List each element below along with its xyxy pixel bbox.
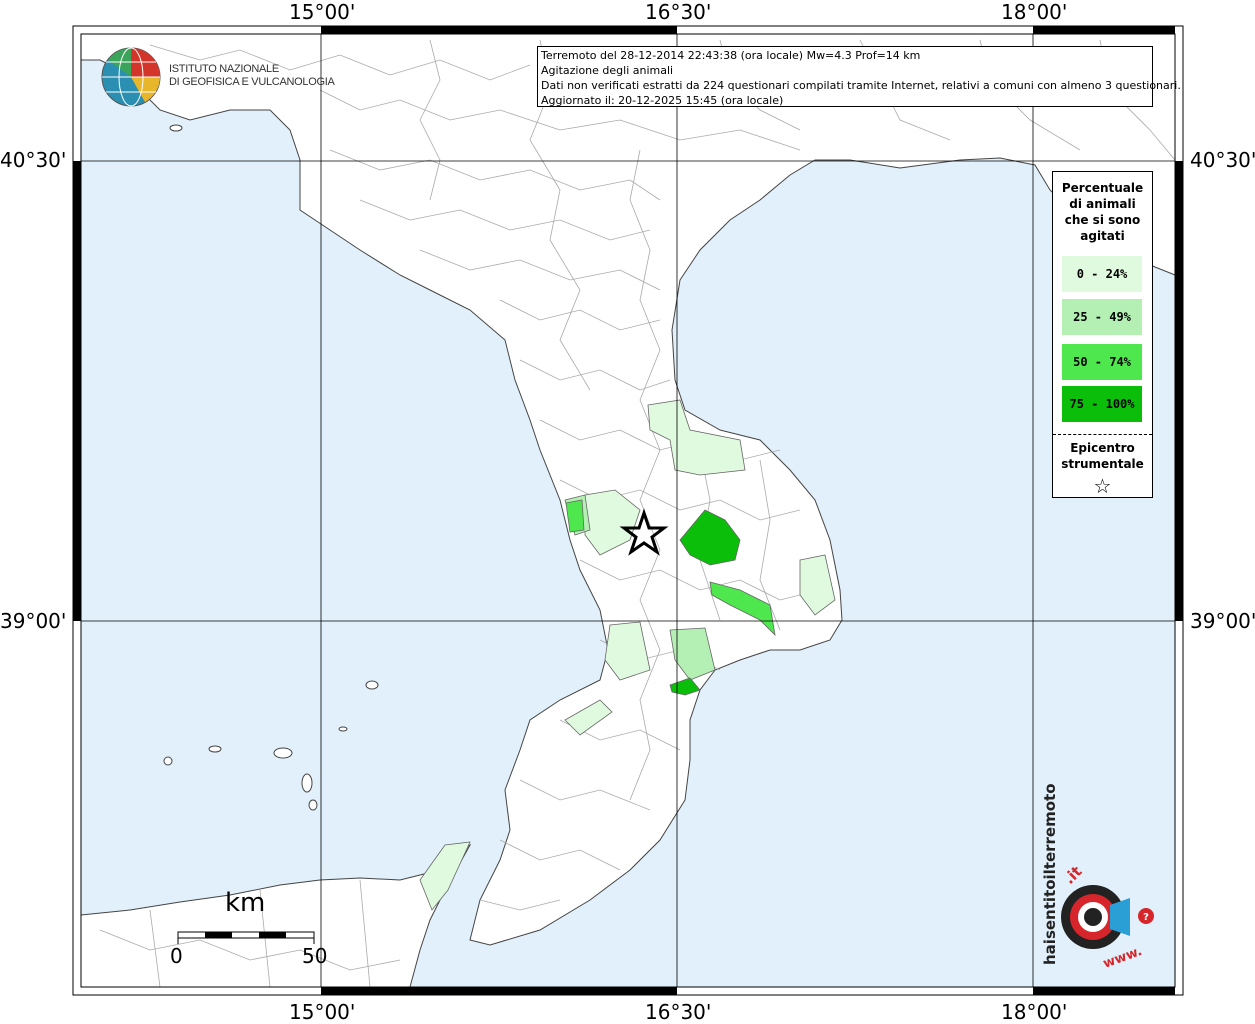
island-capri bbox=[169, 124, 183, 132]
legend-class-0-24: 0 - 24% bbox=[1062, 256, 1142, 292]
lon-label-top-15: 15°00' bbox=[289, 0, 356, 24]
event-info-box: Terremoto del 28-12-2014 22:43:38 (ora l… bbox=[537, 46, 1181, 107]
island-stromboli bbox=[365, 680, 379, 690]
legend-class-50-74: 50 - 74% bbox=[1062, 344, 1142, 380]
island-panarea bbox=[338, 726, 348, 732]
island-alicudi bbox=[163, 756, 173, 766]
island-lipari bbox=[301, 773, 313, 793]
lat-label-left-39: 39°00' bbox=[0, 609, 67, 633]
legend-epicenter-line-1: Epicentro bbox=[1070, 441, 1135, 455]
ingv-institute-name: ISTITUTO NAZIONALE DI GEOFISICA E VULCAN… bbox=[169, 63, 335, 89]
island-filicudi bbox=[208, 745, 222, 753]
lat-label-left-40-30: 40°30' bbox=[0, 148, 67, 172]
data-note: Dati non verificati estratti da 224 ques… bbox=[541, 79, 1181, 92]
lon-label-bottom-15: 15°00' bbox=[289, 1000, 356, 1024]
scale-unit-label: km bbox=[225, 888, 266, 918]
legend: Percentuale di animali che si sono agita… bbox=[1052, 171, 1153, 498]
svg-text:?: ? bbox=[1143, 912, 1149, 923]
legend-title-line-2: di animali bbox=[1069, 197, 1136, 211]
legend-class-25-49: 25 - 49% bbox=[1062, 299, 1142, 335]
legend-title-line-4: agitati bbox=[1080, 229, 1125, 243]
lon-label-bottom-18: 18°00' bbox=[1001, 1000, 1068, 1024]
legend-epicenter-line-2: strumentale bbox=[1061, 457, 1144, 471]
legend-class-75-100: 75 - 100% bbox=[1062, 386, 1142, 422]
logo-text-vertical: haisentitoilterremoto bbox=[1041, 783, 1059, 965]
legend-title-line-1: Percentuale bbox=[1061, 181, 1144, 195]
event-title: Terremoto del 28-12-2014 22:43:38 (ora l… bbox=[541, 49, 921, 62]
lon-label-bottom-16-30: 16°30' bbox=[645, 1000, 712, 1024]
lat-label-right-40-30: 40°30' bbox=[1190, 148, 1255, 172]
legend-epicenter-label: Epicentro strumentale bbox=[1053, 440, 1152, 472]
update-timestamp: Aggiornato il: 20-12-2025 15:45 (ora loc… bbox=[541, 94, 784, 107]
scale-max-label: 50 bbox=[302, 944, 328, 968]
ingv-line-2: DI GEOFISICA E VULCANOLOGIA bbox=[169, 76, 335, 88]
legend-separator bbox=[1053, 434, 1152, 435]
lon-label-top-18: 18°00' bbox=[1001, 0, 1068, 24]
island-vulcano bbox=[308, 799, 318, 811]
lon-label-top-16-30: 16°30' bbox=[645, 0, 712, 24]
ingv-line-1: ISTITUTO NAZIONALE bbox=[169, 63, 279, 75]
map-canvas: ? haisentitoilterremoto .it www. bbox=[72, 25, 1184, 996]
island-salina bbox=[273, 747, 293, 759]
map-subject: Agitazione degli animali bbox=[541, 64, 674, 77]
ingv-globe-logo bbox=[101, 47, 161, 107]
lat-label-right-39: 39°00' bbox=[1190, 609, 1255, 633]
legend-star-icon: ☆ bbox=[1093, 474, 1112, 498]
legend-title: Percentuale di animali che si sono agita… bbox=[1053, 180, 1152, 244]
legend-title-line-3: che si sono bbox=[1064, 213, 1141, 227]
scale-min-label: 0 bbox=[170, 944, 183, 968]
